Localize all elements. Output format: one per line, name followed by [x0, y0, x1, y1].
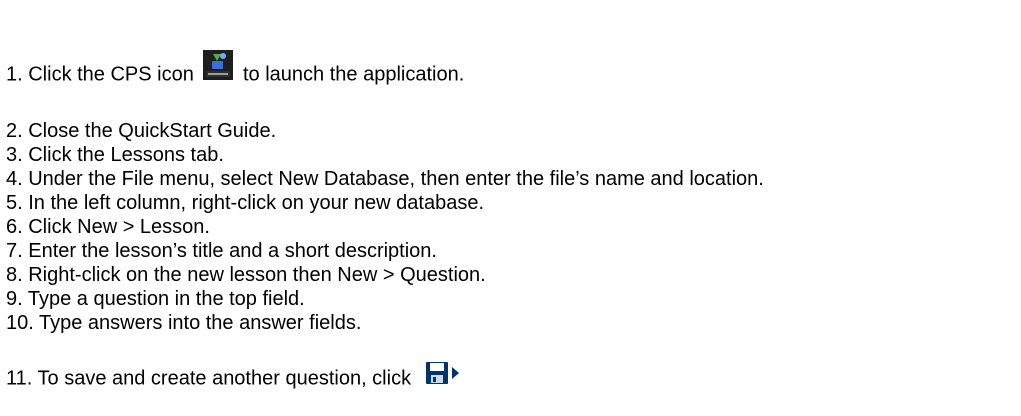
step-5: 5. In the left column, right-click on yo…: [6, 192, 485, 214]
step-2: 2. Close the QuickStart Guide.: [6, 120, 277, 142]
step-4: 4. Under the File menu, select New Datab…: [6, 168, 764, 190]
cps-app-icon: [203, 50, 234, 80]
step-10: 10. Type answers into the answer fields.: [6, 312, 362, 334]
step-1-text-after: to launch the application.: [242, 63, 465, 86]
step-7: 7. Enter the lesson’s title and a short …: [6, 240, 437, 262]
step-1: 1. Click the CPS icon to launch the appl…: [6, 50, 465, 90]
step-11: 11. To save and create another question,…: [6, 362, 461, 392]
step-8: 8. Right-click on the new lesson then Ne…: [6, 264, 486, 286]
step-9: 9. Type a question in the top field.: [6, 288, 305, 310]
save-next-icon: [425, 360, 461, 386]
step-11-text: 11. To save and create another question,…: [6, 367, 417, 390]
step-1-text-before: 1. Click the CPS icon: [6, 63, 200, 86]
step-3: 3. Click the Lessons tab.: [6, 144, 224, 166]
step-6: 6. Click New > Lesson.: [6, 216, 210, 238]
